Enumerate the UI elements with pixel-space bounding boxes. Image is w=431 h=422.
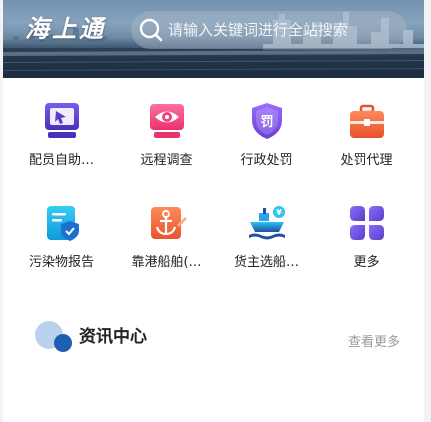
cargo-owner-ship-selection-icon: ¥: [249, 206, 285, 240]
service-label: 行政处罚: [240, 153, 293, 168]
crew-self-service-icon: [45, 103, 79, 138]
service-berthing-ship[interactable]: 靠港船舶(…: [114, 199, 219, 277]
service-label: 更多: [353, 255, 380, 270]
app-logo: 海上通: [25, 14, 106, 43]
service-penalty-agent[interactable]: 处罚代理: [314, 97, 419, 175]
service-cargo-owner-ship-selection[interactable]: ¥ 货主选船…: [214, 199, 319, 277]
service-label: 处罚代理: [340, 153, 393, 168]
news-center-icon: [35, 321, 72, 352]
news-center-header: 资讯中心 查看更多: [3, 318, 424, 358]
search-input[interactable]: [168, 19, 398, 41]
service-administrative-penalty[interactable]: 罚 行政处罚: [214, 97, 319, 175]
service-label: 货主选船…: [233, 255, 299, 270]
search-icon: [139, 18, 163, 42]
header-banner: 海上通: [3, 0, 424, 78]
administrative-penalty-icon: 罚: [252, 103, 282, 139]
more-icon: [350, 206, 384, 240]
remote-survey-icon: [150, 104, 184, 138]
view-more-link[interactable]: 查看更多: [348, 334, 400, 352]
service-label: 污染物报告: [28, 255, 94, 270]
svg-text:¥: ¥: [276, 208, 282, 217]
service-label: 配员自助…: [28, 153, 94, 168]
berthing-ship-icon: [151, 207, 187, 239]
service-label: 远程调查: [140, 153, 193, 168]
search-bar[interactable]: [131, 11, 407, 49]
service-more[interactable]: 更多: [314, 199, 419, 277]
svg-text:罚: 罚: [260, 115, 273, 130]
pollutant-report-icon: [47, 206, 79, 241]
service-remote-survey[interactable]: 远程调查: [114, 97, 219, 175]
service-label: 靠港船舶(…: [131, 255, 202, 270]
news-center-title: 资讯中心: [79, 327, 147, 347]
service-pollutant-report[interactable]: 污染物报告: [9, 199, 114, 277]
app-page: 海上通 配员自助…: [3, 0, 424, 422]
service-crew-self-service[interactable]: 配员自助…: [9, 97, 114, 175]
penalty-agent-icon: [350, 104, 384, 138]
